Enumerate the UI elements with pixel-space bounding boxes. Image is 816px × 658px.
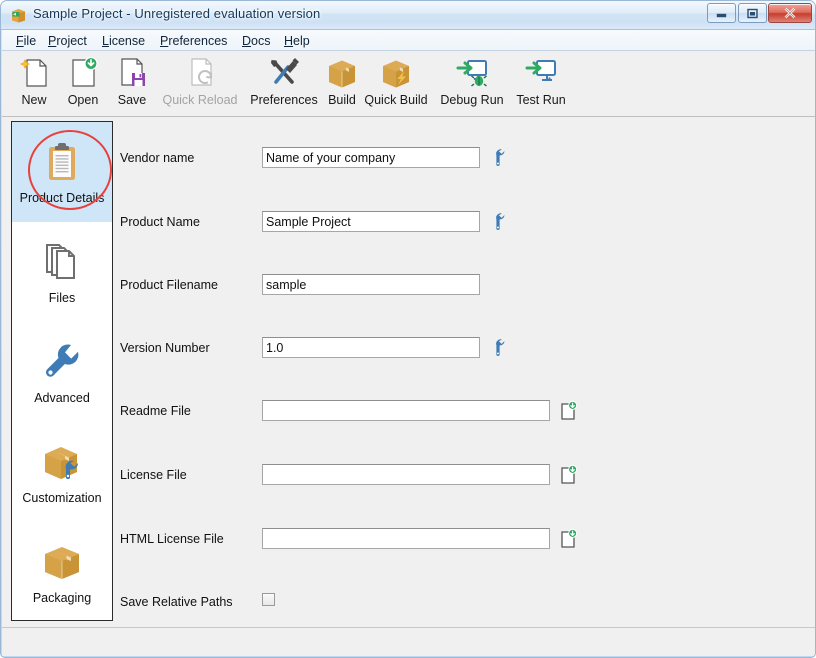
toolbar-label-quick-reload: Quick Reload bbox=[162, 93, 238, 107]
label-product-filename: Product Filename bbox=[120, 278, 218, 292]
toolbar-button-new[interactable]: New bbox=[10, 55, 58, 113]
field-row-product-name: Product Name bbox=[120, 211, 810, 237]
wrench-icon[interactable] bbox=[488, 338, 508, 358]
toolbar-button-quick-build[interactable]: Quick Build bbox=[350, 55, 442, 113]
monitor-bug-icon bbox=[454, 55, 490, 91]
checkbox-save-relative-paths[interactable] bbox=[262, 593, 275, 606]
toolbar-label-save: Save bbox=[117, 93, 147, 107]
sidebar-nav: Product Details Files Advanced Customiza… bbox=[11, 121, 113, 621]
menu-help[interactable]: Help bbox=[279, 32, 315, 50]
input-version-number[interactable] bbox=[262, 337, 480, 358]
sidebar-label-files: Files bbox=[48, 291, 76, 305]
toolbar-label-test-run: Test Run bbox=[516, 93, 566, 107]
label-save-relative-paths: Save Relative Paths bbox=[120, 595, 233, 609]
save-disk-icon bbox=[114, 55, 150, 91]
wrench-icon bbox=[38, 339, 86, 387]
toolbar-label-new: New bbox=[21, 93, 47, 107]
minimize-icon bbox=[708, 4, 735, 22]
sidebar-item-product-details[interactable]: Product Details bbox=[12, 122, 112, 222]
toolbar-button-test-run[interactable]: Test Run bbox=[506, 55, 576, 113]
monitor-run-icon bbox=[523, 55, 559, 91]
input-product-name[interactable] bbox=[262, 211, 480, 232]
product-details-form: Vendor name Product Name bbox=[120, 121, 810, 621]
toolbar-label-debug-run: Debug Run bbox=[440, 93, 504, 107]
sidebar-item-customization[interactable]: Customization bbox=[12, 422, 112, 522]
new-document-icon bbox=[16, 55, 52, 91]
wrench-icon[interactable] bbox=[488, 148, 508, 168]
package-box-icon bbox=[10, 7, 27, 24]
field-row-vendor-name: Vendor name bbox=[120, 147, 810, 173]
input-license-file[interactable] bbox=[262, 464, 550, 485]
label-vendor-name: Vendor name bbox=[120, 151, 195, 165]
label-version-number: Version Number bbox=[120, 341, 210, 355]
box-icon bbox=[38, 539, 86, 587]
field-row-license-file: License File bbox=[120, 464, 810, 490]
box-wrench-icon bbox=[38, 439, 86, 487]
input-html-license-file[interactable] bbox=[262, 528, 550, 549]
label-html-license-file: HTML License File bbox=[120, 532, 224, 546]
application-window: Sample Project - Unregistered evaluation… bbox=[0, 0, 816, 658]
clipboard-icon bbox=[38, 139, 86, 187]
input-readme-file[interactable] bbox=[262, 400, 550, 421]
input-vendor-name[interactable] bbox=[262, 147, 480, 168]
title-bar: Sample Project - Unregistered evaluation… bbox=[1, 1, 815, 30]
box-lightning-icon bbox=[378, 55, 414, 91]
menu-project-label: roject bbox=[56, 34, 87, 48]
toolbar-button-debug-run[interactable]: Debug Run bbox=[432, 55, 512, 113]
menu-docs[interactable]: Docs bbox=[237, 32, 275, 50]
files-stack-icon bbox=[38, 239, 86, 287]
sidebar-item-files[interactable]: Files bbox=[12, 222, 112, 322]
field-row-html-license-file: HTML License File bbox=[120, 528, 810, 554]
toolbar-button-quick-reload[interactable]: Quick Reload bbox=[152, 55, 248, 113]
toolbar-button-preferences[interactable]: Preferences bbox=[242, 55, 326, 113]
menu-license[interactable]: License bbox=[97, 32, 150, 50]
reload-icon bbox=[182, 55, 218, 91]
minimize-button[interactable] bbox=[707, 3, 736, 23]
menu-license-label: icense bbox=[108, 34, 146, 48]
close-button[interactable] bbox=[768, 3, 812, 23]
menu-file-label: ile bbox=[23, 34, 37, 48]
toolbar-button-open[interactable]: Open bbox=[58, 55, 108, 113]
sidebar-label-product-details: Product Details bbox=[19, 191, 105, 205]
status-bar bbox=[2, 627, 815, 656]
toolbar-label-preferences: Preferences bbox=[250, 93, 318, 107]
field-row-version-number: Version Number bbox=[120, 337, 810, 363]
close-icon bbox=[769, 4, 811, 22]
browse-file-icon[interactable] bbox=[558, 400, 578, 421]
menu-help-label: elp bbox=[293, 34, 310, 48]
browse-file-icon[interactable] bbox=[558, 464, 578, 485]
input-product-filename[interactable] bbox=[262, 274, 480, 295]
sidebar-item-packaging[interactable]: Packaging bbox=[12, 522, 112, 620]
tools-icon bbox=[266, 55, 302, 91]
toolbar-label-quick-build: Quick Build bbox=[364, 93, 428, 107]
field-row-product-filename: Product Filename bbox=[120, 274, 810, 300]
toolbar-button-save[interactable]: Save bbox=[108, 55, 156, 113]
menu-file[interactable]: File bbox=[11, 32, 41, 50]
menu-docs-label: ocs bbox=[251, 34, 271, 48]
maximize-button[interactable] bbox=[738, 3, 767, 23]
sidebar-label-packaging: Packaging bbox=[32, 591, 92, 605]
wrench-icon[interactable] bbox=[488, 212, 508, 232]
open-folder-icon bbox=[65, 55, 101, 91]
client-area: Product Details Files Advanced Customiza… bbox=[2, 117, 815, 627]
sidebar-item-advanced[interactable]: Advanced bbox=[12, 322, 112, 422]
label-product-name: Product Name bbox=[120, 215, 200, 229]
field-row-save-relative-paths: Save Relative Paths bbox=[120, 591, 810, 617]
window-title: Sample Project - Unregistered evaluation… bbox=[33, 6, 321, 21]
sidebar-label-advanced: Advanced bbox=[34, 391, 90, 405]
toolbar-label-open: Open bbox=[67, 93, 99, 107]
label-license-file: License File bbox=[120, 468, 187, 482]
browse-file-icon[interactable] bbox=[558, 528, 578, 549]
sidebar-label-customization: Customization bbox=[22, 491, 102, 505]
menu-preferences-label: references bbox=[168, 34, 228, 48]
menu-project[interactable]: Project bbox=[43, 32, 92, 50]
label-readme-file: Readme File bbox=[120, 404, 191, 418]
menu-bar: File Project License Preferences Docs He… bbox=[2, 30, 815, 51]
toolbar: New Open Save Quick Reload Preferences B… bbox=[2, 51, 815, 117]
menu-preferences[interactable]: Preferences bbox=[155, 32, 232, 50]
field-row-readme-file: Readme File bbox=[120, 400, 810, 426]
maximize-icon bbox=[739, 4, 766, 22]
